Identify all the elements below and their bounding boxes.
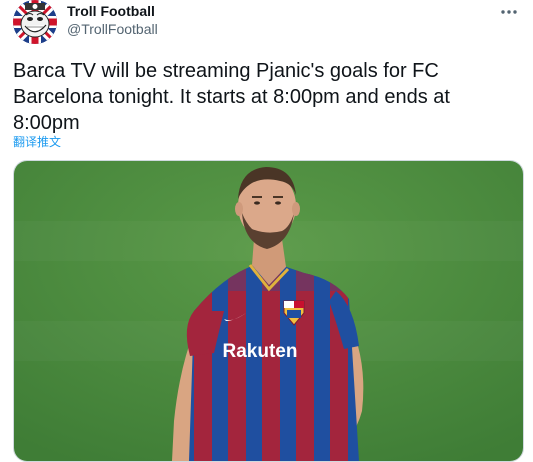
tweet-text: Barca TV will be streaming Pjanic's goal…	[13, 60, 450, 134]
player-photo: Rakuten	[14, 161, 523, 461]
troll-face-union-jack-icon	[13, 0, 57, 44]
author-display-name[interactable]: Troll Football	[67, 3, 158, 20]
author-info: Troll Football @TrollFootball	[67, 3, 158, 38]
avatar[interactable]	[13, 0, 57, 44]
tweet-photo[interactable]: Rakuten	[13, 160, 524, 462]
jersey-sponsor: Rakuten	[223, 341, 298, 362]
tweet: Troll Football @TrollFootball Barca TV w…	[0, 0, 533, 462]
more-dots-icon	[501, 10, 517, 14]
translate-tweet-link[interactable]: 翻译推文	[13, 134, 61, 150]
author-handle[interactable]: @TrollFootball	[67, 20, 158, 38]
more-options-button[interactable]	[495, 0, 523, 24]
